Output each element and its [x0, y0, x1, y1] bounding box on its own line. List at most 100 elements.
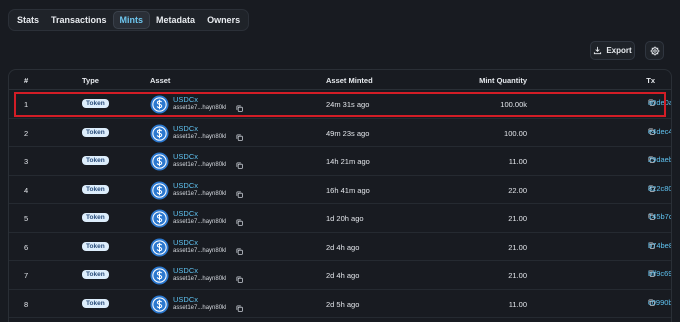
- tx-hash-link[interactable]: c0990b37...2a6503ed: [648, 298, 671, 307]
- table-header: # Type Asset Asset Minted Mint Quantity …: [9, 70, 671, 90]
- copy-icon[interactable]: [236, 190, 243, 198]
- asset-id[interactable]: asset1e7...hayn80kl: [173, 134, 226, 140]
- tab-metadata[interactable]: Metadata: [150, 11, 201, 29]
- tx-cell: 822c80c4...71fd552d: [648, 184, 671, 193]
- tab-bar: Stats Transactions Mints Metadata Owners: [8, 9, 250, 31]
- mints-table: # Type Asset Asset Minted Mint Quantity …: [8, 69, 672, 322]
- asset-name-link[interactable]: USDCx: [173, 124, 198, 133]
- copy-icon[interactable]: [236, 133, 243, 141]
- tx-cell: bff9c695...c59679bb: [648, 269, 671, 278]
- tx-hash-link[interactable]: 145b7da6...e9120d29: [648, 212, 671, 221]
- tab-mints[interactable]: Mints: [112, 11, 151, 29]
- usdc-coin-icon: [150, 237, 169, 257]
- mint-quantity: 100.00: [504, 128, 527, 138]
- tx-hash-link[interactable]: 29daeb7b...8386b093: [648, 155, 671, 164]
- usdc-coin-icon: [150, 95, 169, 114]
- copy-icon[interactable]: [236, 276, 243, 283]
- copy-icon[interactable]: [236, 105, 243, 112]
- header-asset: Asset: [150, 76, 171, 85]
- table-row: 5 Token USDCx asset1e7...hayn80kl 1d 20h…: [9, 204, 671, 233]
- tx-cell: 145b7da6...e9120d29: [648, 212, 671, 221]
- type-badge: Token: [82, 156, 109, 165]
- tx-cell: b74be8da...90cf198a: [648, 241, 671, 250]
- mint-quantity: 100.00k: [500, 100, 527, 109]
- asset-name-link[interactable]: USDCx: [173, 95, 198, 104]
- tx-hash-link[interactable]: e4dec40a...e92d7c8d: [648, 127, 671, 136]
- table-row: 2 Token USDCx asset1e7...hayn80kl 49m 23…: [9, 119, 671, 147]
- table-row: 4 Token USDCx asset1e7...hayn80kl 16h 41…: [9, 176, 671, 204]
- tab-owners[interactable]: Owners: [201, 11, 246, 29]
- type-badge: Token: [82, 127, 109, 137]
- type-badge: Token: [82, 213, 109, 222]
- tab-stats[interactable]: Stats: [11, 11, 45, 29]
- mint-quantity: 11.00: [508, 157, 527, 166]
- asset-name-link[interactable]: USDCx: [173, 181, 198, 190]
- copy-icon[interactable]: [236, 162, 243, 169]
- row-number: 6: [24, 242, 29, 252]
- usdc-coin-icon: [150, 209, 169, 228]
- asset-minted: 2d 4h ago: [326, 242, 360, 252]
- asset-id[interactable]: asset1e7...hayn80kl: [173, 105, 226, 111]
- tx-hash-link[interactable]: 822c80c4...71fd552d: [648, 184, 671, 193]
- asset-minted: 2d 5h ago: [326, 299, 360, 309]
- asset-name-link[interactable]: USDCx: [173, 266, 198, 275]
- type-badge: Token: [82, 99, 109, 108]
- export-label: Export: [606, 46, 632, 55]
- header-num: #: [24, 76, 29, 85]
- row-number: 7: [24, 271, 29, 280]
- asset-name-link[interactable]: USDCx: [173, 152, 198, 161]
- asset-minted: 1d 20h ago: [326, 214, 364, 223]
- row-number: 5: [24, 214, 29, 223]
- row-number: 8: [24, 299, 29, 309]
- tab-transactions[interactable]: Transactions: [45, 11, 113, 29]
- row-number: 2: [24, 128, 29, 138]
- tx-cell: e4dec40a...e92d7c8d: [648, 127, 671, 136]
- header-tx: Tx: [646, 76, 655, 85]
- tx-cell: 29daeb7b...8386b093: [648, 155, 671, 164]
- asset-minted: 16h 41m ago: [326, 185, 370, 195]
- tx-cell: a0de0a77...2bd1b5e7: [648, 98, 671, 107]
- mint-quantity: 21.00: [508, 271, 527, 280]
- export-button[interactable]: Export: [590, 41, 635, 60]
- settings-button[interactable]: [645, 41, 664, 60]
- header-type: Type: [82, 76, 99, 85]
- gear-icon: [650, 46, 659, 55]
- asset-minted: 14h 21m ago: [326, 157, 370, 166]
- tx-hash-link[interactable]: a0de0a77...2bd1b5e7: [648, 98, 671, 107]
- row-number: 1: [24, 100, 29, 109]
- usdc-coin-icon: [150, 294, 169, 314]
- asset-id[interactable]: asset1e7...hayn80kl: [173, 219, 226, 225]
- usdc-coin-icon: [150, 152, 169, 171]
- tx-hash-link[interactable]: b74be8da...90cf198a: [648, 241, 671, 250]
- row-number: 4: [24, 185, 29, 195]
- asset-minted: 49m 23s ago: [326, 128, 370, 138]
- asset-id[interactable]: asset1e7...hayn80kl: [173, 191, 226, 197]
- table-row: 1 Token USDCx asset1e7...hayn80kl 24m 31…: [9, 90, 671, 119]
- asset-id[interactable]: asset1e7...hayn80kl: [173, 162, 226, 168]
- asset-name-link[interactable]: USDCx: [173, 209, 198, 218]
- table-row: 7 Token USDCx asset1e7...hayn80kl 2d 4h …: [9, 261, 671, 290]
- asset-id[interactable]: asset1e7...hayn80kl: [173, 305, 226, 311]
- usdc-coin-icon: [150, 123, 169, 143]
- table-row: 3 Token USDCx asset1e7...hayn80kl 14h 21…: [9, 147, 671, 176]
- tx-cell: c0990b37...2a6503ed: [648, 298, 671, 307]
- asset-name-link[interactable]: USDCx: [173, 295, 198, 304]
- tx-hash-link[interactable]: bff9c695...c59679bb: [648, 269, 671, 278]
- asset-id[interactable]: asset1e7...hayn80kl: [173, 248, 226, 254]
- type-badge: Token: [82, 241, 109, 251]
- mint-quantity: 21.00: [508, 214, 527, 223]
- copy-icon[interactable]: [236, 247, 243, 255]
- usdc-coin-icon: [150, 180, 169, 200]
- mint-quantity: 11.00: [508, 299, 527, 309]
- asset-name-link[interactable]: USDCx: [173, 238, 198, 247]
- usdc-coin-icon: [150, 266, 169, 285]
- asset-id[interactable]: asset1e7...hayn80kl: [173, 276, 226, 282]
- asset-minted: 24m 31s ago: [326, 100, 370, 109]
- mint-quantity: 21.00: [508, 242, 527, 252]
- copy-icon[interactable]: [236, 219, 243, 226]
- table-row: 8 Token USDCx asset1e7...hayn80kl 2d 5h …: [9, 290, 671, 318]
- copy-icon[interactable]: [236, 304, 243, 312]
- asset-minted: 2d 4h ago: [326, 271, 360, 280]
- type-badge: Token: [82, 298, 109, 308]
- table-body: 1 Token USDCx asset1e7...hayn80kl 24m 31…: [9, 90, 671, 318]
